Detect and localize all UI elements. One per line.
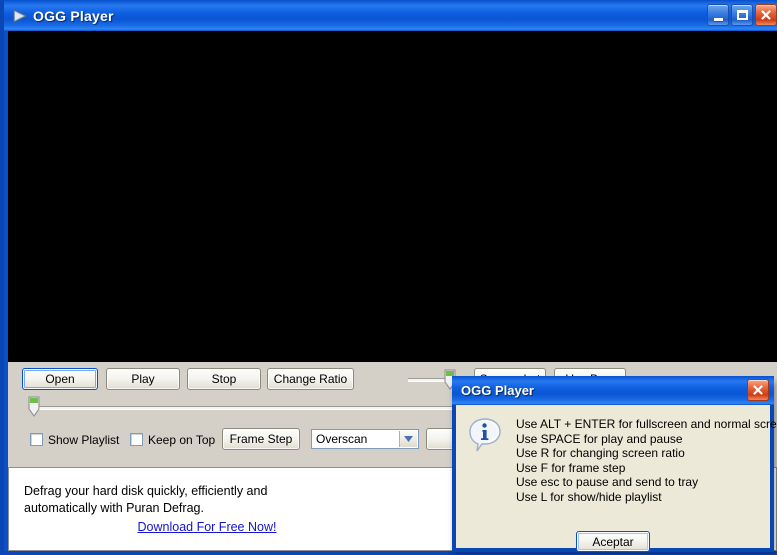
overscan-dropdown-value: Overscan (316, 432, 368, 446)
hint-line-6: Use L for show/hide playlist (516, 489, 662, 504)
stop-button[interactable]: Stop (187, 368, 261, 390)
show-playlist-label: Show Playlist (48, 433, 120, 447)
hint-line-2: Use SPACE for play and pause (516, 431, 683, 446)
dialog-close-button[interactable] (747, 379, 769, 401)
close-button[interactable] (755, 4, 777, 26)
main-titlebar[interactable]: OGG Player (4, 0, 777, 31)
play-triangle-icon (9, 6, 29, 26)
hint-line-3: Use R for changing screen ratio (516, 446, 685, 461)
maximize-icon (732, 5, 752, 25)
dialog-hint-lines: Use ALT + ENTER for fullscreen and norma… (516, 417, 777, 505)
close-icon (756, 5, 776, 25)
open-button[interactable]: Open (22, 368, 98, 390)
minimize-icon (708, 5, 728, 25)
info-icon (466, 416, 504, 454)
keep-on-top-checkbox-box[interactable] (130, 433, 143, 446)
seek-slider-thumb[interactable] (28, 396, 40, 417)
frame-step-button[interactable]: Frame Step (222, 428, 300, 450)
dialog-ok-button[interactable]: Aceptar (576, 531, 650, 552)
maximize-button[interactable] (731, 4, 753, 26)
ad-text: Defrag your hard disk quickly, efficient… (24, 483, 444, 536)
chevron-down-icon[interactable] (399, 431, 417, 447)
hints-dialog: OGG Player Use ALT + ENTER for fullscree… (452, 376, 777, 552)
ad-line-2: automatically with Puran Defrag. (24, 500, 204, 515)
ad-line-1: Defrag your hard disk quickly, efficient… (24, 484, 268, 498)
dialog-body: Use ALT + ENTER for fullscreen and norma… (456, 405, 777, 552)
window-controls (707, 4, 777, 26)
ad-download-link[interactable]: Download For Free Now! (72, 519, 342, 536)
close-icon (748, 380, 768, 400)
keep-on-top-label: Keep on Top (148, 433, 216, 447)
hint-line-5: Use esc to pause and send to tray (516, 475, 699, 490)
overscan-dropdown[interactable]: Overscan (311, 429, 419, 449)
dialog-title: OGG Player (461, 383, 534, 398)
show-playlist-checkbox-box[interactable] (30, 433, 43, 446)
dialog-titlebar[interactable]: OGG Player (452, 376, 774, 405)
hint-line-4: Use F for frame step (516, 460, 626, 475)
screen: OGG Player Open Play Stop Change Ratio S… (0, 0, 777, 555)
hint-line-1: Use ALT + ENTER for fullscreen and norma… (516, 417, 777, 431)
main-window-title: OGG Player (33, 7, 114, 24)
play-button[interactable]: Play (106, 368, 180, 390)
minimize-button[interactable] (707, 4, 729, 26)
change-ratio-button[interactable]: Change Ratio (267, 368, 354, 390)
video-display-area[interactable] (8, 31, 777, 362)
